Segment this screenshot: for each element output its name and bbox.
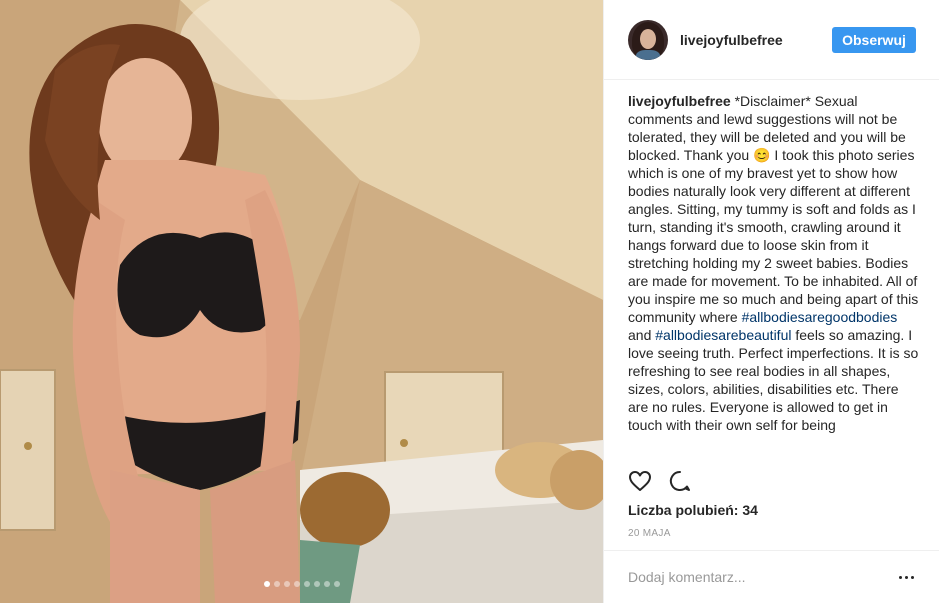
hashtag-link[interactable]: #allbodiesaregoodbodies bbox=[742, 309, 898, 325]
post-actions bbox=[628, 466, 920, 496]
carousel-dot[interactable] bbox=[273, 581, 280, 587]
smile-emoji: 😊 bbox=[753, 147, 771, 163]
post-photo[interactable] bbox=[0, 0, 603, 603]
heart-icon[interactable] bbox=[628, 469, 652, 493]
caption: livejoyfulbefree *Disclaimer* Sexual com… bbox=[628, 92, 920, 458]
username-link[interactable]: livejoyfulbefree bbox=[680, 32, 832, 48]
likes-count[interactable]: Liczba polubień: 34 bbox=[628, 502, 758, 518]
more-options-icon[interactable] bbox=[896, 567, 916, 587]
carousel-dot[interactable] bbox=[323, 581, 330, 587]
photo-illustration bbox=[0, 0, 603, 603]
post-sidebar: livejoyfulbefree Obserwuj livejoyfulbefr… bbox=[603, 0, 939, 603]
carousel-dot[interactable] bbox=[283, 581, 290, 587]
carousel-dot[interactable] bbox=[303, 581, 310, 587]
caption-text: I took this photo series which is one of… bbox=[628, 147, 919, 325]
hashtag-link[interactable]: #allbodiesarebeautiful bbox=[655, 327, 791, 343]
carousel-dot[interactable] bbox=[263, 581, 270, 587]
carousel-dot[interactable] bbox=[333, 581, 340, 587]
carousel-indicator bbox=[0, 581, 603, 587]
carousel-dot[interactable] bbox=[293, 581, 300, 587]
comment-icon[interactable] bbox=[668, 469, 692, 493]
comment-input[interactable] bbox=[628, 569, 896, 585]
carousel-dot[interactable] bbox=[313, 581, 320, 587]
post-header: livejoyfulbefree Obserwuj bbox=[604, 0, 939, 80]
follow-button[interactable]: Obserwuj bbox=[832, 26, 916, 53]
comment-form bbox=[604, 550, 939, 603]
caption-username[interactable]: livejoyfulbefree bbox=[628, 93, 731, 109]
post-date[interactable]: 20 MAJA bbox=[628, 528, 671, 539]
caption-text: and bbox=[628, 327, 656, 343]
avatar[interactable] bbox=[628, 19, 668, 60]
post: livejoyfulbefree Obserwuj livejoyfulbefr… bbox=[0, 0, 939, 603]
